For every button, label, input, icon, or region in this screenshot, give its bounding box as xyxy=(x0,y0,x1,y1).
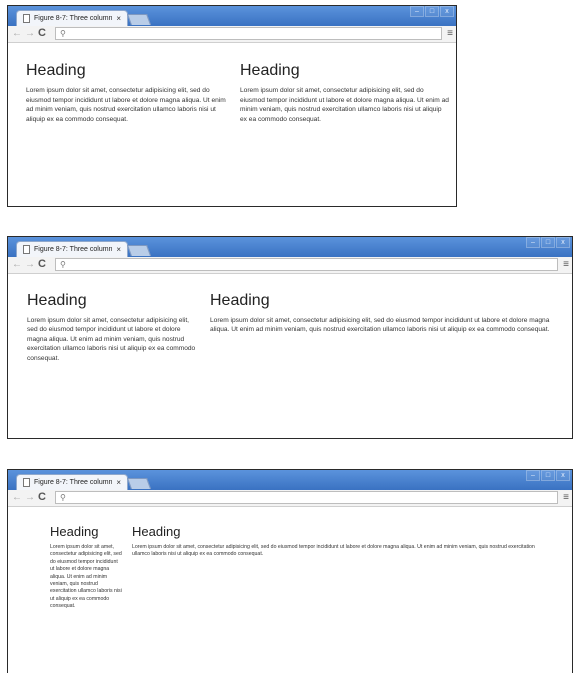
close-tab-icon[interactable]: × xyxy=(116,244,121,255)
title-bar: Figure 8-7: Three column × – □ x xyxy=(8,470,572,490)
browser-window-2: Figure 8-7: Three column × – □ x ← → C ⚲… xyxy=(7,236,573,439)
forward-icon[interactable]: → xyxy=(25,27,35,41)
search-icon: ⚲ xyxy=(60,260,66,269)
menu-icon[interactable]: ≡ xyxy=(447,27,453,41)
window-controls: – □ x xyxy=(409,6,454,18)
column-heading: Heading xyxy=(50,524,99,539)
toolbar: ← → C ⚲ ≡ xyxy=(8,26,456,43)
address-bar[interactable]: ⚲ xyxy=(55,258,558,271)
new-tab-button[interactable] xyxy=(126,478,152,489)
search-icon: ⚲ xyxy=(60,493,66,502)
new-tab-button[interactable] xyxy=(126,14,152,25)
page-content: Heading Lorem ipsum dolor sit amet, cons… xyxy=(8,274,572,438)
page-icon xyxy=(23,478,30,487)
minimize-button[interactable]: – xyxy=(526,237,540,248)
column-left: Heading Lorem ipsum dolor sit amet, cons… xyxy=(50,524,122,611)
column-text: Lorem ipsum dolor sit amet, consectetur … xyxy=(27,317,196,362)
page-content: Heading Lorem ipsum dolor sit amet, cons… xyxy=(8,43,456,206)
minimize-button[interactable]: – xyxy=(526,470,540,481)
column-heading: Heading xyxy=(132,524,181,539)
window-controls: – □ x xyxy=(525,470,570,482)
window-controls: – □ x xyxy=(525,237,570,249)
close-tab-icon[interactable]: × xyxy=(116,13,121,24)
tab-title: Figure 8-7: Three column xyxy=(34,246,112,253)
close-window-button[interactable]: x xyxy=(556,470,570,481)
new-tab-button[interactable] xyxy=(126,245,152,256)
column-text: Lorem ipsum dolor sit amet, consectetur … xyxy=(50,544,122,610)
back-icon[interactable]: ← xyxy=(12,27,22,41)
reload-icon[interactable]: C xyxy=(38,26,46,41)
browser-tab[interactable]: Figure 8-7: Three column × xyxy=(16,474,128,490)
page-icon xyxy=(23,14,30,23)
forward-icon[interactable]: → xyxy=(25,258,35,272)
column-right: Heading Lorem ipsum dolor sit amet, cons… xyxy=(210,292,565,335)
toolbar: ← → C ⚲ ≡ xyxy=(8,257,572,274)
tab-title: Figure 8-7: Three column xyxy=(34,479,112,486)
browser-tab[interactable]: Figure 8-7: Three column × xyxy=(16,241,128,257)
reload-icon[interactable]: C xyxy=(38,490,46,505)
column-text: Lorem ipsum dolor sit amet, consectetur … xyxy=(26,87,226,123)
menu-icon[interactable]: ≡ xyxy=(563,491,569,505)
column-heading: Heading xyxy=(26,62,86,79)
address-bar[interactable]: ⚲ xyxy=(55,27,442,40)
column-text: Lorem ipsum dolor sit amet, consectetur … xyxy=(210,317,550,334)
close-window-button[interactable]: x xyxy=(440,6,454,17)
browser-window-1: Figure 8-7: Three column × – □ x ← → C ⚲… xyxy=(7,5,457,207)
minimize-button[interactable]: – xyxy=(410,6,424,17)
browser-window-3: Figure 8-7: Three column × – □ x ← → C ⚲… xyxy=(7,469,573,673)
reload-icon[interactable]: C xyxy=(38,257,46,272)
close-tab-icon[interactable]: × xyxy=(116,477,121,488)
maximize-button[interactable]: □ xyxy=(541,237,555,248)
title-bar: Figure 8-7: Three column × – □ x xyxy=(8,6,456,26)
column-right: Heading Lorem ipsum dolor sit amet, cons… xyxy=(240,62,450,124)
column-heading: Heading xyxy=(240,62,300,79)
back-icon[interactable]: ← xyxy=(12,258,22,272)
column-text: Lorem ipsum dolor sit amet, consectetur … xyxy=(240,87,449,123)
column-heading: Heading xyxy=(210,292,270,309)
search-icon: ⚲ xyxy=(60,29,66,38)
page-content: Heading Lorem ipsum dolor sit amet, cons… xyxy=(8,507,572,673)
back-icon[interactable]: ← xyxy=(12,491,22,505)
title-bar: Figure 8-7: Three column × – □ x xyxy=(8,237,572,257)
address-bar[interactable]: ⚲ xyxy=(55,491,558,504)
maximize-button[interactable]: □ xyxy=(541,470,555,481)
column-right: Heading Lorem ipsum dolor sit amet, cons… xyxy=(132,524,542,559)
column-text: Lorem ipsum dolor sit amet, consectetur … xyxy=(132,544,535,558)
column-heading: Heading xyxy=(27,292,87,309)
close-window-button[interactable]: x xyxy=(556,237,570,248)
column-left: Heading Lorem ipsum dolor sit amet, cons… xyxy=(26,62,226,124)
column-left: Heading Lorem ipsum dolor sit amet, cons… xyxy=(27,292,197,363)
toolbar: ← → C ⚲ ≡ xyxy=(8,490,572,507)
tab-title: Figure 8-7: Three column xyxy=(34,15,112,22)
page-icon xyxy=(23,245,30,254)
browser-tab[interactable]: Figure 8-7: Three column × xyxy=(16,10,128,26)
maximize-button[interactable]: □ xyxy=(425,6,439,17)
menu-icon[interactable]: ≡ xyxy=(563,258,569,272)
forward-icon[interactable]: → xyxy=(25,491,35,505)
